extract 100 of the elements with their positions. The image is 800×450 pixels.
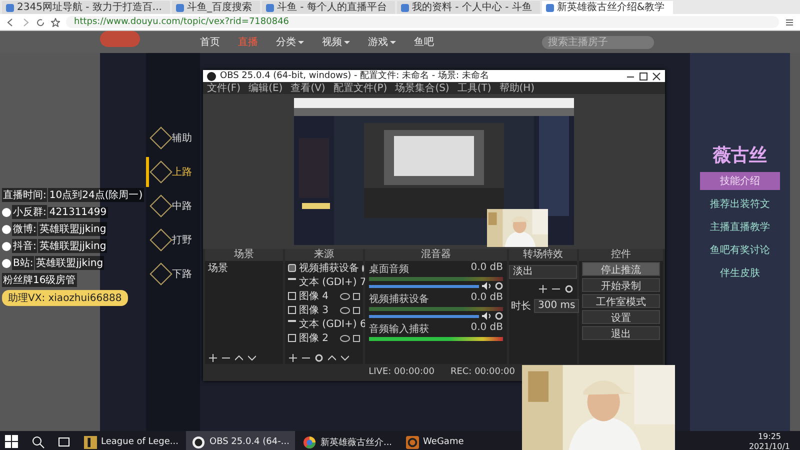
- maximize-icon[interactable]: [639, 72, 648, 80]
- channel-reading: 0.0 dB: [470, 322, 503, 335]
- menu-item[interactable]: 主播直播教学: [700, 218, 780, 236]
- nav-link[interactable]: 鱼吧: [414, 35, 434, 49]
- address-field[interactable]: https://www.douyu.com/topic/vex?rid=7180846: [66, 16, 779, 28]
- overlay-label: 微博:: [12, 222, 38, 236]
- role-item[interactable]: 辅助: [146, 123, 200, 153]
- obs-icon: [192, 436, 206, 448]
- clock-date: 2021/10/1: [748, 442, 790, 450]
- menu-item[interactable]: 鱼吧有奖讨论: [700, 241, 780, 259]
- menu-item[interactable]: 技能介绍: [700, 172, 780, 190]
- overlay-label: 直播时间:: [2, 188, 48, 202]
- browser-tab[interactable]: 斗鱼 - 每个人的直播平台: [262, 1, 395, 14]
- up-icon[interactable]: [235, 354, 243, 362]
- menu-item[interactable]: 配置文件(P): [333, 81, 388, 95]
- menu-item[interactable]: 编辑(E): [248, 81, 283, 95]
- channel-name: 视频捕获设备: [369, 292, 429, 306]
- close-icon[interactable]: [652, 72, 661, 80]
- lock-icon[interactable]: [353, 334, 360, 342]
- browser-tab[interactable]: 斗鱼_百度搜索: [172, 1, 260, 14]
- source-name[interactable]: 图像 2: [299, 331, 329, 345]
- down-icon[interactable]: [341, 354, 349, 362]
- source-name[interactable]: 图像 3: [299, 303, 329, 317]
- live-timer: LIVE: 00:00:00: [368, 367, 434, 378]
- add-icon[interactable]: [539, 285, 547, 293]
- dock-title: 控件: [579, 249, 663, 261]
- windows-icon[interactable]: [5, 435, 19, 449]
- overlay-text: 粉丝牌16级房管: [2, 273, 77, 287]
- source-name[interactable]: 图像 4: [299, 289, 329, 303]
- add-icon[interactable]: [209, 354, 217, 362]
- role-item[interactable]: 打野: [146, 225, 200, 255]
- browser-tab[interactable]: 2345网址导航 - 致力于打造百...: [2, 1, 170, 14]
- star-icon[interactable]: [51, 18, 60, 26]
- channel-name: 桌面音频: [369, 262, 409, 276]
- taskbar-app[interactable]: OBS 25.0.4 (64-...: [186, 431, 296, 450]
- menu-item[interactable]: 伴生皮肤: [700, 264, 780, 282]
- overlay-value: 英雄联盟jjking: [35, 256, 104, 270]
- up-icon[interactable]: [328, 354, 336, 362]
- reload-icon[interactable]: [36, 18, 45, 26]
- overlay-value: 英雄联盟jjking: [38, 239, 108, 253]
- search-field[interactable]: 搜索主播房子: [542, 36, 654, 48]
- overlay-label: 抖音:: [12, 239, 38, 253]
- channel-reading: 0.0 dB: [470, 292, 503, 305]
- role-item[interactable]: 上路: [146, 157, 200, 187]
- add-icon[interactable]: [289, 354, 297, 362]
- back-icon[interactable]: [6, 18, 15, 26]
- taskbar-app[interactable]: League of Lege...: [78, 431, 184, 450]
- control-button[interactable]: 工作室模式: [582, 294, 660, 308]
- menu-item[interactable]: 文件(F): [207, 81, 241, 95]
- control-button[interactable]: 停止推流: [582, 262, 660, 276]
- control-button[interactable]: 退出: [582, 326, 660, 340]
- menu-item[interactable]: 工具(T): [457, 81, 492, 95]
- browser-tab[interactable]: 我的资料 - 个人中心 - 斗鱼: [396, 1, 540, 14]
- overlay-label: 小反群:: [12, 205, 48, 219]
- favicon-icon: [266, 4, 274, 12]
- overlay-value: 英雄联盟jjking: [38, 222, 108, 236]
- settings-icon[interactable]: [495, 282, 503, 290]
- favicon-icon: [400, 4, 409, 12]
- control-button[interactable]: 设置: [582, 310, 660, 324]
- menu-item[interactable]: 查看(V): [290, 81, 326, 95]
- duration-label: 时长: [511, 300, 531, 313]
- settings-icon[interactable]: [315, 354, 323, 362]
- speaker-icon[interactable]: [482, 312, 492, 320]
- dock-title: 混音器: [365, 249, 507, 261]
- menu-icon[interactable]: [785, 18, 794, 26]
- down-icon[interactable]: [248, 354, 256, 362]
- camera-icon: [288, 264, 296, 272]
- menu-item[interactable]: 推荐出装符文: [700, 195, 780, 213]
- taskbar-app[interactable]: 新英雄薇古丝介...: [297, 431, 398, 450]
- menu-item[interactable]: 帮助(H): [499, 81, 535, 95]
- role-item[interactable]: 下路: [146, 259, 200, 289]
- source-name[interactable]: 视频捕获设备: [299, 261, 359, 275]
- dock-title: 场景: [205, 249, 283, 261]
- settings-icon[interactable]: [565, 285, 573, 293]
- window-title: OBS 25.0.4 (64-bit, windows) - 配置文件: 未命名 - 场景: 未命名: [220, 70, 490, 82]
- role-item[interactable]: 中路: [146, 191, 200, 221]
- nav-link[interactable]: 游戏: [368, 35, 396, 49]
- favicon-icon: [546, 4, 554, 12]
- menu-item[interactable]: 场景集合(S): [395, 81, 450, 95]
- transition-select[interactable]: 淡出: [509, 265, 577, 279]
- control-button[interactable]: 开始录制: [582, 278, 660, 292]
- settings-icon[interactable]: [495, 312, 503, 320]
- duration-field[interactable]: 300 ms: [534, 299, 580, 313]
- overlay-value: 10点到24点(除周一): [48, 188, 144, 202]
- taskbar-app[interactable]: WeGame: [400, 431, 470, 450]
- assistant-badge: 助理VX: xiaozhui66888: [2, 290, 128, 306]
- volume-slider[interactable]: [369, 314, 479, 318]
- task-view-icon[interactable]: [57, 435, 71, 449]
- overlay-value: 421311499: [48, 206, 108, 218]
- favicon-icon: [176, 4, 184, 12]
- browser-tab[interactable]: 新英雄薇古丝介绍&教学: [542, 1, 673, 14]
- nav-link[interactable]: 视频: [322, 35, 350, 49]
- browser-icon: [303, 436, 316, 448]
- volume-slider[interactable]: [369, 284, 479, 288]
- nav-link[interactable]: 首页: [200, 35, 220, 49]
- scene-item[interactable]: 场景: [205, 261, 283, 275]
- nav-link[interactable]: 分类: [276, 35, 304, 49]
- search-icon[interactable]: [31, 435, 45, 449]
- hero-title: 薇古丝: [713, 144, 767, 167]
- speaker-icon[interactable]: [482, 282, 492, 290]
